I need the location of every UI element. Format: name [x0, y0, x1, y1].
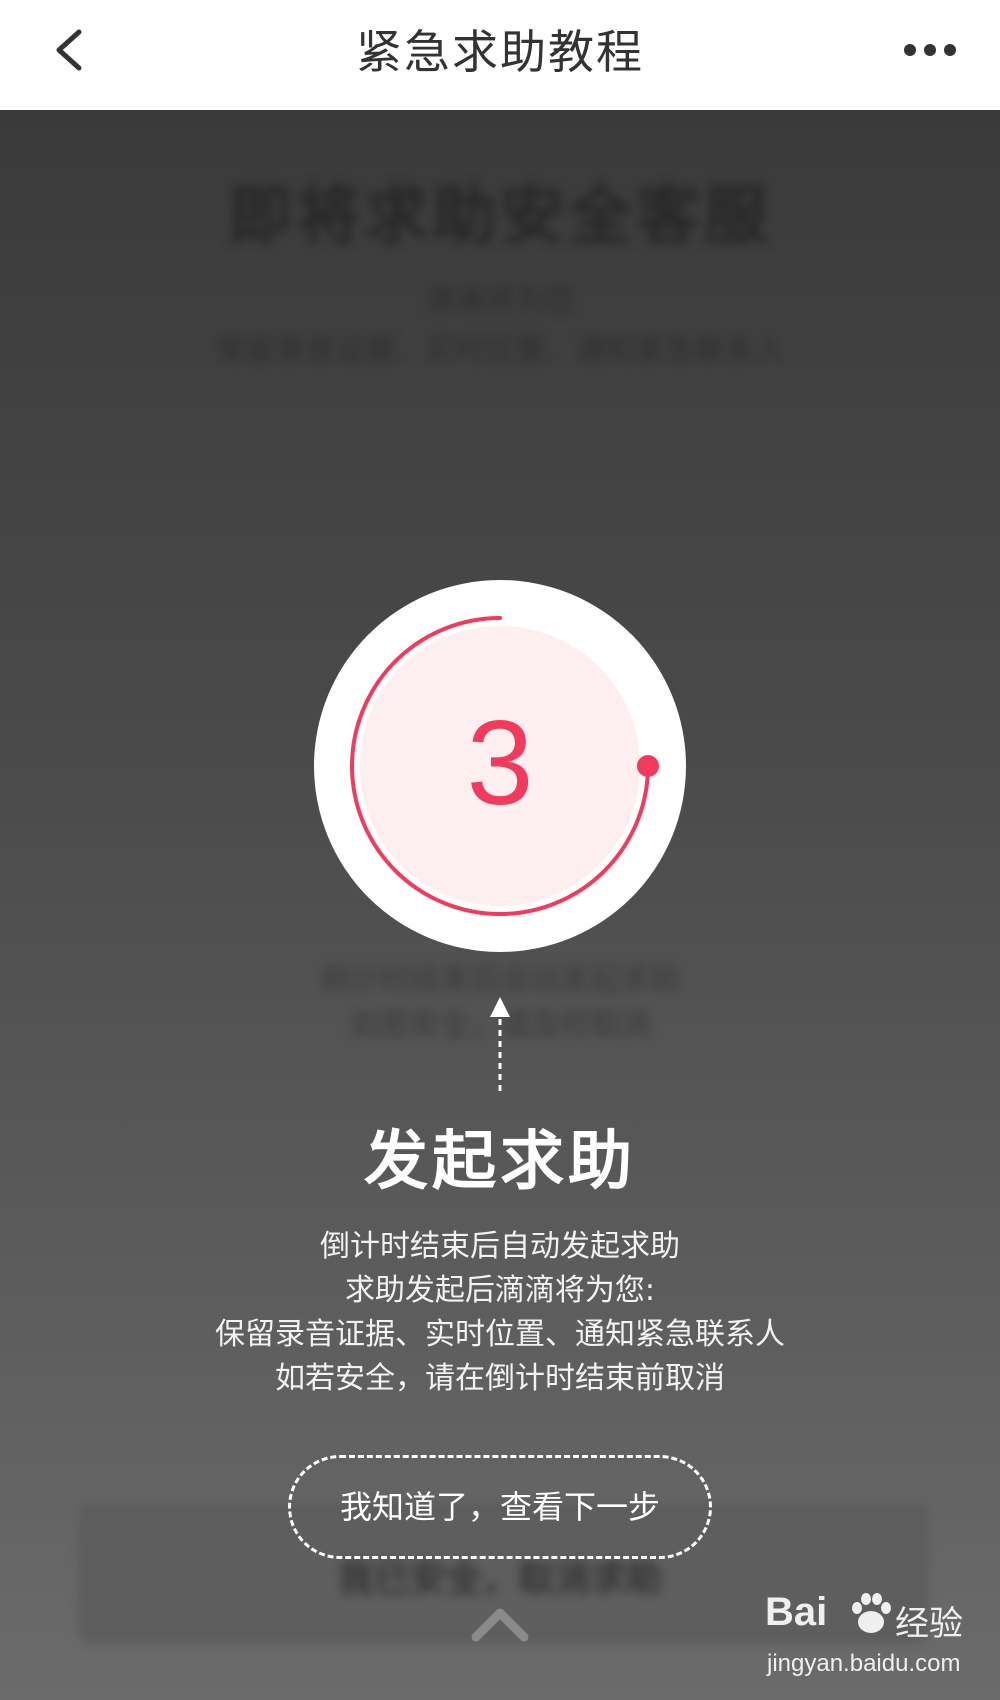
more-horizontal-icon — [904, 44, 956, 56]
watermark-brand: Bai — [765, 1590, 828, 1634]
bg-subtitle-line2: 保留录音证据、实时位置、通知紧急联系人 — [215, 333, 785, 368]
app-header: 紧急求助教程 — [0, 0, 1000, 110]
tutorial-overlay: 即将求助安全客服 滴滴将为您 保留录音证据、实时位置、通知紧急联系人 倒计时结束… — [0, 110, 1000, 1700]
bg-title: 即将求助安全客服 — [228, 180, 772, 254]
countdown-timer: 3 — [312, 578, 688, 954]
bg-hint-line1: 倒计时结束后自动发起求助 — [320, 963, 680, 998]
baidu-watermark: Bai 经验 jingyan.baidu.com — [765, 1590, 990, 1690]
watermark-suffix: 经验 — [895, 1604, 963, 1644]
bg-subtitle-line1: 滴滴将为您 — [425, 283, 575, 318]
countdown-number: 3 — [466, 696, 534, 830]
feature-title: 发起求助 — [364, 1125, 636, 1199]
description-line: 倒计时结束后自动发起求助 — [320, 1229, 680, 1264]
next-step-button[interactable]: 我知道了，查看下一步 — [288, 1455, 712, 1559]
description-line: 如若安全，请在倒计时结束前取消 — [275, 1361, 725, 1396]
watermark-url: jingyan.baidu.com — [767, 1650, 961, 1677]
paw-icon — [852, 1593, 891, 1633]
chevron-up-icon[interactable] — [470, 1603, 530, 1643]
description-line: 求助发起后滴滴将为您: — [344, 1273, 656, 1308]
page-title: 紧急求助教程 — [356, 25, 644, 79]
description-line: 保留录音证据、实时位置、通知紧急联系人 — [215, 1317, 785, 1352]
more-button[interactable] — [900, 30, 960, 70]
arrow-up-icon — [490, 997, 510, 1093]
